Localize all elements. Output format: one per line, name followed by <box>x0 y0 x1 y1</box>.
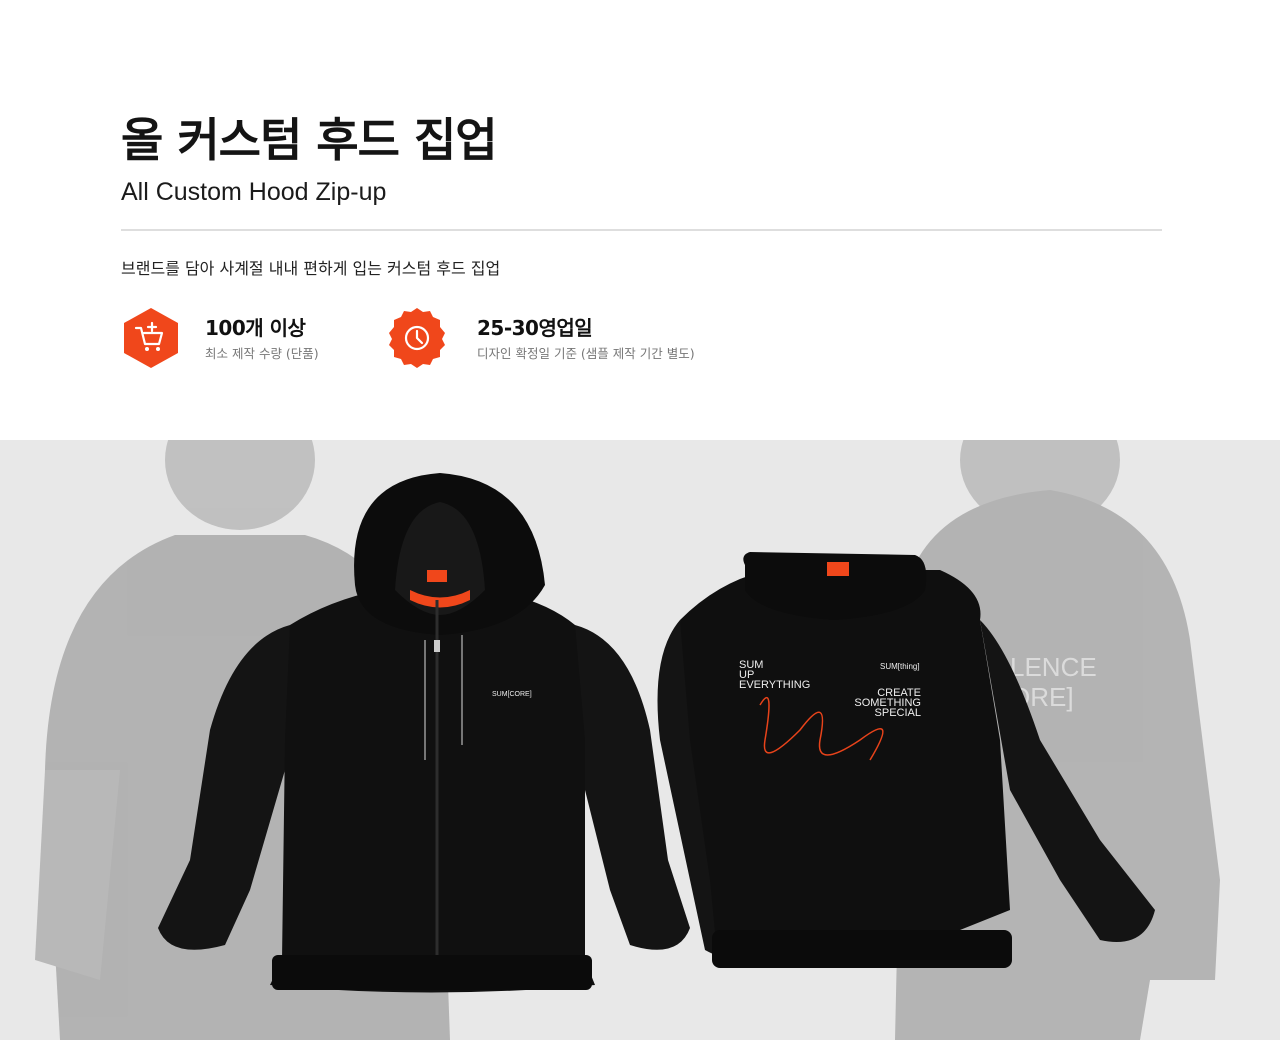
divider <box>121 229 1162 231</box>
page-title: 올 커스텀 후드 집업 <box>121 113 498 167</box>
back-print-right: SPECIAL <box>875 707 921 719</box>
cart-add-icon <box>124 308 178 368</box>
feature-title: 25-30영업일 <box>477 316 593 340</box>
feature-subtitle: 최소 제작 수량 (단품) <box>205 346 319 361</box>
product-description: 브랜드를 담아 사계절 내내 편하게 입는 커스텀 후드 집업 <box>121 259 501 278</box>
back-print-left: EVERYTHING <box>739 679 810 691</box>
clock-icon <box>389 308 445 368</box>
page-subtitle: All Custom Hood Zip-up <box>121 178 387 206</box>
background-text: LENCE <box>1010 652 1097 682</box>
front-chest-logo: SUM[CORE] <box>492 691 532 698</box>
feature-subtitle: 디자인 확정일 기준 (샘플 제작 기간 별도) <box>477 346 695 361</box>
feature-title: 100개 이상 <box>205 316 306 340</box>
hoodie-illustration: LENCE ORE] SUM[CORE] SUM UP EVERYTHING S… <box>0 440 1280 1040</box>
product-photo: LENCE ORE] SUM[CORE] SUM UP EVERYTHING S… <box>0 440 1280 1040</box>
back-logo: SUM[thing] <box>880 662 920 671</box>
